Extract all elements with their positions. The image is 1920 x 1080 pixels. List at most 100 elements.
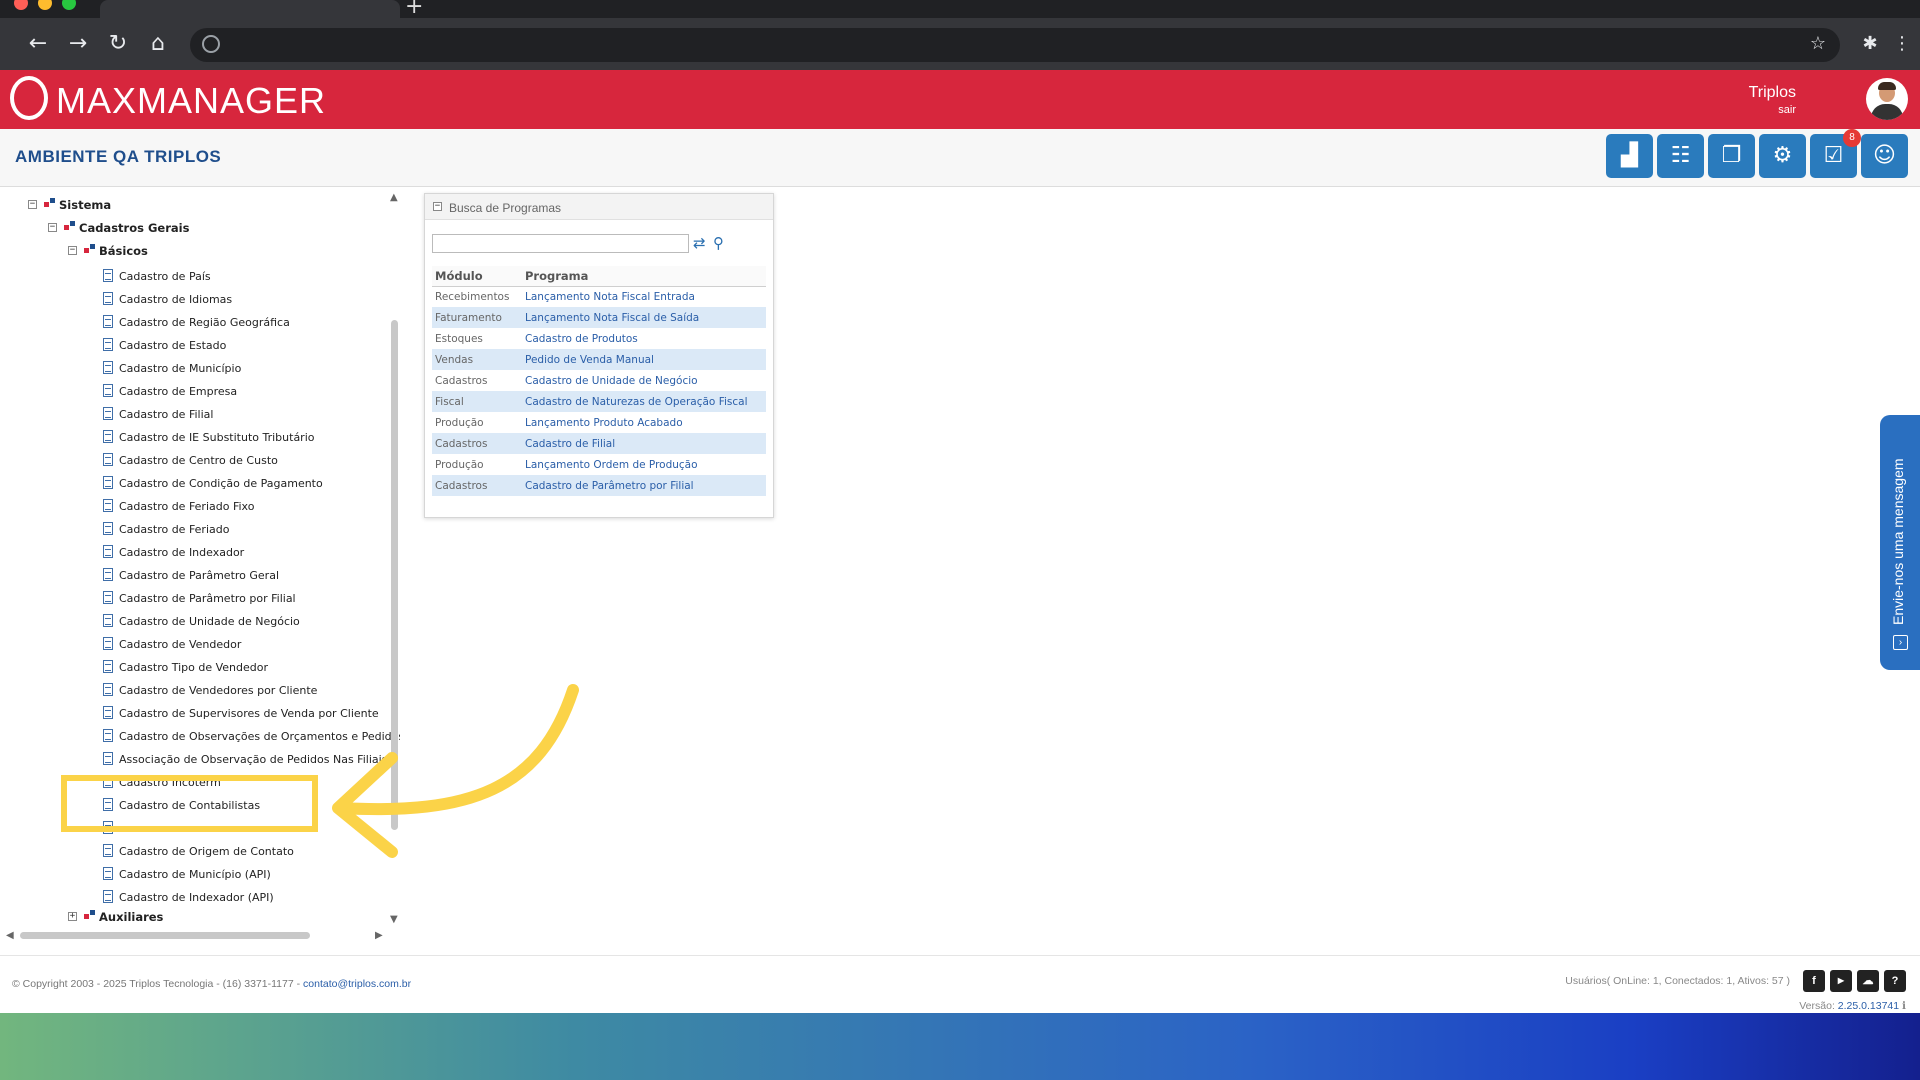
expand-auxiliares-icon[interactable]: + <box>68 912 77 921</box>
close-window-dot[interactable] <box>14 0 28 10</box>
cell-programa-link[interactable]: Cadastro de Unidade de Negócio <box>522 370 766 391</box>
tree-item[interactable]: Cadastro de Condição de Pagamento <box>119 477 323 490</box>
version-value: 2.25.0.13741 <box>1837 1000 1900 1012</box>
avatar[interactable] <box>1866 78 1908 120</box>
table-row[interactable]: Estoques Cadastro de Produtos <box>432 328 766 349</box>
extensions-icon[interactable]: ✱ <box>1856 30 1884 58</box>
cell-modulo: Cadastros <box>432 475 522 496</box>
vertical-scrollbar[interactable] <box>391 320 398 830</box>
collapse-sistema-icon[interactable]: − <box>28 200 37 209</box>
cell-programa-link[interactable]: Lançamento Ordem de Produção <box>522 454 766 475</box>
reload-icon[interactable]: ↻ <box>104 30 132 58</box>
tree-item[interactable]: Cadastro Tipo de Vendedor <box>119 661 268 674</box>
tree-node-auxiliares[interactable]: Auxiliares <box>99 910 163 924</box>
tree-item[interactable]: Cadastro de Parâmetro por Filial <box>119 592 296 605</box>
help-icon[interactable]: ? <box>1884 970 1906 992</box>
document-icon <box>103 752 113 765</box>
collapse-basicos-icon[interactable]: − <box>68 246 77 255</box>
collapse-panel-icon[interactable]: − <box>433 202 442 211</box>
cell-programa-link[interactable]: Pedido de Venda Manual <box>522 349 766 370</box>
tree-item[interactable]: Cadastro de Indexador (API) <box>119 891 274 904</box>
horizontal-scrollbar[interactable] <box>20 932 310 939</box>
table-row[interactable]: Cadastros Cadastro de Filial <box>432 433 766 454</box>
tree-item[interactable]: Cadastro de Filial <box>119 408 213 421</box>
settings-icon[interactable]: ⚙ <box>1759 134 1806 178</box>
tree-node-sistema[interactable]: Sistema <box>59 198 111 212</box>
facebook-icon[interactable]: f <box>1803 970 1825 992</box>
tree-item[interactable]: Cadastro de Idiomas <box>119 293 232 306</box>
tree-item[interactable]: Cadastro de Unidade de Negócio <box>119 615 300 628</box>
contact-email-link[interactable]: contato@triplos.com.br <box>303 978 411 990</box>
logout-link[interactable]: sair <box>1778 104 1796 116</box>
tree-item[interactable]: Cadastro de Observações de Orçamentos e … <box>119 730 400 743</box>
reports-icon[interactable]: ▟ <box>1606 134 1653 178</box>
tasks-icon[interactable]: ☑ 8 <box>1810 129 1861 178</box>
back-icon[interactable]: ← <box>24 30 52 58</box>
cell-programa-link[interactable]: Lançamento Nota Fiscal Entrada <box>522 286 766 307</box>
scroll-up-arrow-icon[interactable]: ▲ <box>390 192 398 203</box>
tree-node-cadastros-gerais[interactable]: Cadastros Gerais <box>79 221 189 235</box>
table-row[interactable]: Recebimentos Lançamento Nota Fiscal Entra… <box>432 286 766 307</box>
network-icon[interactable]: ☷ <box>1657 134 1704 178</box>
maximize-window-dot[interactable] <box>62 0 76 10</box>
documents-icon[interactable]: ❐ <box>1708 134 1755 178</box>
youtube-icon[interactable]: ▶ <box>1830 970 1852 992</box>
cloud-icon[interactable]: ☁ <box>1857 970 1879 992</box>
browser-menu-icon[interactable]: ⋮ <box>1888 30 1916 58</box>
feedback-tab[interactable]: Envie-nos uma mensagem › <box>1880 415 1920 670</box>
cell-programa-link[interactable]: Lançamento Nota Fiscal de Saída <box>522 307 766 328</box>
tree-item[interactable]: Cadastro de Município (API) <box>119 868 271 881</box>
user-support-icon[interactable]: ☺ <box>1861 134 1908 178</box>
home-icon[interactable]: ⌂ <box>144 30 172 58</box>
tree-item[interactable]: Cadastro de Feriado Fixo <box>119 500 254 513</box>
tree-item[interactable]: Cadastro de Estado <box>119 339 226 352</box>
tree-item[interactable]: Cadastro de Feriado <box>119 523 229 536</box>
panel-title: Busca de Programas <box>449 201 562 215</box>
bookmark-star-icon[interactable]: ☆ <box>1804 30 1832 58</box>
scroll-left-arrow-icon[interactable]: ◀ <box>6 930 14 941</box>
scroll-down-arrow-icon[interactable]: ▼ <box>390 914 398 925</box>
new-tab-icon[interactable]: + <box>405 0 423 19</box>
document-icon <box>103 499 113 512</box>
document-icon <box>103 292 113 305</box>
table-row[interactable]: Vendas Pedido de Venda Manual <box>432 349 766 370</box>
tree-item[interactable]: Associação de Observação de Pedidos Nas … <box>119 753 387 766</box>
column-header-modulo[interactable]: Módulo <box>432 266 522 287</box>
column-header-programa[interactable]: Programa <box>522 266 766 287</box>
forward-icon[interactable]: → <box>64 30 92 58</box>
table-row[interactable]: Fiscal Cadastro de Naturezas de Operação … <box>432 391 766 412</box>
tree-item[interactable]: Cadastro de País <box>119 270 211 283</box>
cell-programa-link[interactable]: Cadastro de Produtos <box>522 328 766 349</box>
table-row[interactable]: Cadastros Cadastro de Parâmetro por Filia… <box>432 475 766 496</box>
scroll-right-arrow-icon[interactable]: ▶ <box>375 930 383 941</box>
tree-node-basicos[interactable]: Básicos <box>99 244 148 258</box>
address-bar[interactable] <box>190 28 1840 62</box>
cell-modulo: Cadastros <box>435 374 488 387</box>
cell-programa-link[interactable]: Cadastro de Parâmetro por Filial <box>522 475 766 496</box>
cell-modulo: Estoques <box>435 332 483 345</box>
tree-item[interactable]: Cadastro de Vendedor <box>119 638 241 651</box>
refresh-icon[interactable]: ⇄ <box>693 234 706 252</box>
tree-item[interactable]: Cadastro de Município <box>119 362 241 375</box>
tree-item[interactable]: Cadastro de Empresa <box>119 385 237 398</box>
tree-item[interactable]: Cadastro de Centro de Custo <box>119 454 278 467</box>
table-row[interactable]: Produção Lançamento Ordem de Produção <box>432 454 766 475</box>
minimize-window-dot[interactable] <box>38 0 52 10</box>
browser-tab[interactable] <box>100 0 400 18</box>
table-row[interactable]: Faturamento Lançamento Nota Fiscal de Saí… <box>432 307 766 328</box>
tree-item[interactable]: Cadastro de IE Substituto Tributário <box>119 431 315 444</box>
collapse-cadastros-gerais-icon[interactable]: − <box>48 223 57 232</box>
search-icon[interactable]: ⚲ <box>713 234 724 252</box>
cell-programa-link[interactable]: Cadastro de Naturezas de Operação Fiscal <box>522 391 766 412</box>
cell-programa-link[interactable]: Lançamento Produto Acabado <box>522 412 766 433</box>
table-row[interactable]: Produção Lançamento Produto Acabado <box>432 412 766 433</box>
table-row[interactable]: Cadastros Cadastro de Unidade de Negócio <box>432 370 766 391</box>
search-input[interactable] <box>432 234 689 253</box>
tree-item[interactable]: Cadastro de Vendedores por Cliente <box>119 684 317 697</box>
cell-programa-link[interactable]: Cadastro de Filial <box>522 433 766 454</box>
tree-item[interactable]: Cadastro de Origem de Contato <box>119 845 294 858</box>
tree-item[interactable]: Cadastro de Supervisores de Venda por Cl… <box>119 707 379 720</box>
tree-item[interactable]: Cadastro de Parâmetro Geral <box>119 569 279 582</box>
tree-item[interactable]: Cadastro de Região Geográfica <box>119 316 290 329</box>
tree-item[interactable]: Cadastro de Indexador <box>119 546 244 559</box>
